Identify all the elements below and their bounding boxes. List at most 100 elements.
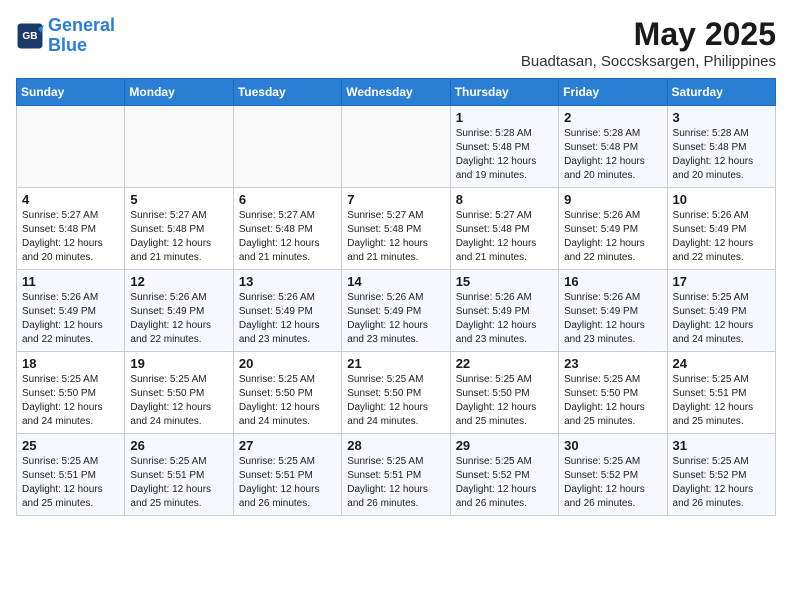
day-info: Sunrise: 5:25 AM Sunset: 5:51 PM Dayligh… — [130, 455, 227, 511]
day-header-friday: Friday — [559, 79, 667, 106]
day-info: Sunrise: 5:25 AM Sunset: 5:50 PM Dayligh… — [564, 373, 661, 429]
calendar-cell: 4Sunrise: 5:27 AM Sunset: 5:48 PM Daylig… — [17, 188, 125, 270]
calendar-cell: 21 Sunrise: 5:25 AM Sunset: 5:50 PM Dayli… — [342, 352, 450, 434]
day-info: Sunrise: 5:27 AM Sunset: 5:48 PM Dayligh… — [22, 209, 119, 265]
day-number: 11 — [22, 274, 119, 289]
calendar-cell: 10 Sunrise: 5:26 AM Sunset: 5:49 PM Dayli… — [667, 188, 775, 270]
day-info: Sunrise: 5:25 AM Sunset: 5:50 PM Dayligh… — [239, 373, 336, 429]
calendar-cell: 14 Sunrise: 5:26 AM Sunset: 5:49 PM Dayli… — [342, 270, 450, 352]
day-number: 28 — [347, 438, 444, 453]
day-number: 1 — [456, 110, 553, 125]
calendar-cell: 28Sunrise: 5:25 AM Sunset: 5:51 PM Dayli… — [342, 434, 450, 516]
day-number: 14 — [347, 274, 444, 289]
day-number: 2 — [564, 110, 661, 125]
day-header-monday: Monday — [125, 79, 233, 106]
calendar-cell: 12Sunrise: 5:26 AM Sunset: 5:49 PM Dayli… — [125, 270, 233, 352]
day-info: Sunrise: 5:27 AM Sunset: 5:48 PM Dayligh… — [456, 209, 553, 265]
day-number: 10 — [673, 192, 770, 207]
calendar-cell: 13Sunrise: 5:26 AM Sunset: 5:49 PM Dayli… — [233, 270, 341, 352]
day-number: 21 — [347, 356, 444, 371]
calendar-week-row: 18Sunrise: 5:25 AM Sunset: 5:50 PM Dayli… — [17, 352, 776, 434]
calendar-cell — [233, 106, 341, 188]
calendar-cell: 9 Sunrise: 5:26 AM Sunset: 5:49 PM Daylig… — [559, 188, 667, 270]
calendar-cell: 5 Sunrise: 5:27 AM Sunset: 5:48 PM Daylig… — [125, 188, 233, 270]
calendar-cell: 2 Sunrise: 5:28 AM Sunset: 5:48 PM Daylig… — [559, 106, 667, 188]
day-number: 5 — [130, 192, 227, 207]
day-number: 24 — [673, 356, 770, 371]
day-number: 22 — [456, 356, 553, 371]
logo-general: General — [48, 15, 115, 35]
day-number: 20 — [239, 356, 336, 371]
day-header-thursday: Thursday — [450, 79, 558, 106]
day-info: Sunrise: 5:28 AM Sunset: 5:48 PM Dayligh… — [673, 127, 770, 183]
day-info: Sunrise: 5:28 AM Sunset: 5:48 PM Dayligh… — [456, 127, 553, 183]
day-number: 17 — [673, 274, 770, 289]
calendar-cell: 15 Sunrise: 5:26 AM Sunset: 5:49 PM Dayli… — [450, 270, 558, 352]
calendar-cell — [125, 106, 233, 188]
calendar-cell: 17 Sunrise: 5:25 AM Sunset: 5:49 PM Dayli… — [667, 270, 775, 352]
calendar-cell: 6 Sunrise: 5:27 AM Sunset: 5:48 PM Daylig… — [233, 188, 341, 270]
day-number: 9 — [564, 192, 661, 207]
day-info: Sunrise: 5:27 AM Sunset: 5:48 PM Dayligh… — [347, 209, 444, 265]
calendar-cell: 23Sunrise: 5:25 AM Sunset: 5:50 PM Dayli… — [559, 352, 667, 434]
day-info: Sunrise: 5:26 AM Sunset: 5:49 PM Dayligh… — [130, 291, 227, 347]
calendar-cell: 22 Sunrise: 5:25 AM Sunset: 5:50 PM Dayli… — [450, 352, 558, 434]
day-info: Sunrise: 5:26 AM Sunset: 5:49 PM Dayligh… — [564, 209, 661, 265]
month-year-title: May 2025 — [521, 16, 776, 53]
day-info: Sunrise: 5:25 AM Sunset: 5:49 PM Dayligh… — [673, 291, 770, 347]
calendar-cell: 16 Sunrise: 5:26 AM Sunset: 5:49 PM Dayli… — [559, 270, 667, 352]
day-header-sunday: Sunday — [17, 79, 125, 106]
day-info: Sunrise: 5:25 AM Sunset: 5:51 PM Dayligh… — [673, 373, 770, 429]
day-number: 15 — [456, 274, 553, 289]
calendar-cell: 29Sunrise: 5:25 AM Sunset: 5:52 PM Dayli… — [450, 434, 558, 516]
calendar-cell: 18Sunrise: 5:25 AM Sunset: 5:50 PM Dayli… — [17, 352, 125, 434]
day-info: Sunrise: 5:26 AM Sunset: 5:49 PM Dayligh… — [456, 291, 553, 347]
calendar-cell: 11Sunrise: 5:26 AM Sunset: 5:49 PM Dayli… — [17, 270, 125, 352]
location-subtitle: Buadtasan, Soccsksargen, Philippines — [521, 53, 776, 70]
day-info: Sunrise: 5:26 AM Sunset: 5:49 PM Dayligh… — [564, 291, 661, 347]
calendar-week-row: 11 Sunrise: 5:26 AM Sunset: 5:49 PM Dayli… — [17, 270, 776, 352]
calendar-cell: 7 Sunrise: 5:27 AM Sunset: 5:48 PM Daylig… — [342, 188, 450, 270]
calendar-cell: 8 Sunrise: 5:27 AM Sunset: 5:48 PM Daylig… — [450, 188, 558, 270]
day-number: 7 — [347, 192, 444, 207]
day-info: Sunrise: 5:26 AM Sunset: 5:49 PM Dayligh… — [673, 209, 770, 265]
day-header-saturday: Saturday — [667, 79, 775, 106]
title-block: May 2025 Buadtasan, Soccsksargen, Philip… — [521, 16, 776, 70]
calendar-cell: 3 Sunrise: 5:28 AM Sunset: 5:48 PM Daylig… — [667, 106, 775, 188]
day-info: Sunrise: 5:25 AM Sunset: 5:52 PM Dayligh… — [673, 455, 770, 511]
day-number: 25 — [22, 438, 119, 453]
calendar-table: SundayMondayTuesdayWednesdayThursdayFrid… — [16, 78, 776, 516]
day-info: Sunrise: 5:25 AM Sunset: 5:50 PM Dayligh… — [22, 373, 119, 429]
day-header-tuesday: Tuesday — [233, 79, 341, 106]
day-info: Sunrise: 5:27 AM Sunset: 5:48 PM Dayligh… — [239, 209, 336, 265]
day-info: Sunrise: 5:25 AM Sunset: 5:50 PM Dayligh… — [130, 373, 227, 429]
svg-text:GB: GB — [22, 31, 37, 42]
day-info: Sunrise: 5:25 AM Sunset: 5:51 PM Dayligh… — [22, 455, 119, 511]
day-info: Sunrise: 5:25 AM Sunset: 5:50 PM Dayligh… — [347, 373, 444, 429]
day-number: 13 — [239, 274, 336, 289]
day-number: 6 — [239, 192, 336, 207]
day-number: 26 — [130, 438, 227, 453]
day-info: Sunrise: 5:25 AM Sunset: 5:52 PM Dayligh… — [456, 455, 553, 511]
day-info: Sunrise: 5:25 AM Sunset: 5:52 PM Dayligh… — [564, 455, 661, 511]
day-info: Sunrise: 5:28 AM Sunset: 5:48 PM Dayligh… — [564, 127, 661, 183]
calendar-cell: 19Sunrise: 5:25 AM Sunset: 5:50 PM Dayli… — [125, 352, 233, 434]
calendar-header-row: SundayMondayTuesdayWednesdayThursdayFrid… — [17, 79, 776, 106]
calendar-week-row: 4Sunrise: 5:27 AM Sunset: 5:48 PM Daylig… — [17, 188, 776, 270]
day-number: 3 — [673, 110, 770, 125]
day-info: Sunrise: 5:25 AM Sunset: 5:50 PM Dayligh… — [456, 373, 553, 429]
day-info: Sunrise: 5:25 AM Sunset: 5:51 PM Dayligh… — [239, 455, 336, 511]
day-number: 8 — [456, 192, 553, 207]
day-info: Sunrise: 5:26 AM Sunset: 5:49 PM Dayligh… — [347, 291, 444, 347]
calendar-cell: 25 Sunrise: 5:25 AM Sunset: 5:51 PM Dayli… — [17, 434, 125, 516]
calendar-cell — [342, 106, 450, 188]
day-info: Sunrise: 5:27 AM Sunset: 5:48 PM Dayligh… — [130, 209, 227, 265]
calendar-week-row: 1 Sunrise: 5:28 AM Sunset: 5:48 PM Daylig… — [17, 106, 776, 188]
calendar-cell: 27Sunrise: 5:25 AM Sunset: 5:51 PM Dayli… — [233, 434, 341, 516]
day-number: 16 — [564, 274, 661, 289]
logo: GB General Blue — [16, 16, 115, 56]
logo-blue: Blue — [48, 35, 87, 55]
day-number: 31 — [673, 438, 770, 453]
page-header: GB General Blue May 2025 Buadtasan, Socc… — [16, 16, 776, 70]
calendar-cell: 31 Sunrise: 5:25 AM Sunset: 5:52 PM Dayli… — [667, 434, 775, 516]
